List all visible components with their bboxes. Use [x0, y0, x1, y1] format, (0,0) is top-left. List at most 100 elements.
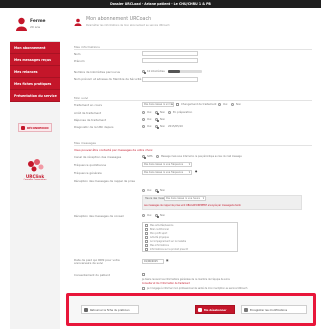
page-subtitle: Paramétrer les informations de mon abonn…	[86, 24, 170, 27]
conseil-option: Mon profil sport	[150, 232, 168, 235]
conseil-options-box: Mes activités/besoins Bilan nutritionnel…	[142, 222, 238, 252]
label-distance: Nombre de kilomètres parcourus	[74, 70, 120, 74]
logout-button[interactable]: DÉCONNEXION	[18, 123, 52, 132]
label-traitement: Traitement en cours	[74, 103, 102, 107]
label-prenom: Prénom	[74, 59, 85, 63]
logout-icon	[21, 126, 25, 130]
canal-sms-radio[interactable]	[142, 155, 146, 159]
canal-internet-label: Message mais sous Internet si ce pas pér…	[161, 155, 242, 158]
consent-text: Je désire recevoir les informations géné…	[142, 278, 230, 281]
label-freq-generale: Fréquence générale	[74, 171, 102, 175]
distance-slider[interactable]	[168, 70, 202, 73]
user-avatar-icon	[16, 17, 27, 31]
user-settings-icon	[74, 18, 82, 26]
traitement-select[interactable]: Pas dans laissé ni si il sait	[142, 102, 174, 107]
reponse-no-radio[interactable]	[155, 118, 159, 122]
conseil-checkbox[interactable]	[145, 236, 148, 239]
consent-checkbox-1[interactable]	[142, 273, 145, 276]
label-consent: Consentement du patient	[74, 273, 110, 277]
diag-yes-radio[interactable]	[142, 125, 145, 128]
back-button[interactable]: Retourner la fiche du praticien	[81, 305, 139, 314]
nav-item-abonnement[interactable]: Mon abonnement	[10, 42, 60, 54]
no-label: Non	[160, 189, 166, 192]
nav-item-relances[interactable]: Mes relances	[10, 66, 60, 78]
page-title: Mon abonnement URCoach	[86, 17, 152, 22]
prep-label: En préparation	[173, 111, 193, 114]
divider	[74, 100, 312, 101]
arret-no-radio[interactable]	[155, 111, 159, 115]
conseil-option: Mes activités/besoins	[150, 224, 174, 227]
rappel-no-radio[interactable]	[155, 189, 159, 193]
conseil-checkbox[interactable]	[145, 228, 148, 231]
conseil-checkbox[interactable]	[145, 224, 148, 227]
label-rappel: Réception des messages de rappel de pris…	[74, 179, 136, 183]
rappel-note: Les messages de rappel de prise sont OBL…	[144, 204, 241, 207]
changement-yes-radio[interactable]	[218, 103, 221, 106]
page-header: Mon abonnement URCoach Paramétrer les in…	[74, 16, 312, 34]
messages-note: Vous pouvez être contacté par messages d…	[74, 148, 153, 152]
consent-text-2: Je m'engage à informer mon professionnel…	[147, 287, 248, 290]
yes-label: Oui	[147, 125, 152, 128]
window-title: Dossier URCLoad - Ariane patient - Le CH…	[110, 1, 211, 6]
nom-field[interactable]	[142, 51, 198, 56]
arret-yes-radio[interactable]	[142, 111, 145, 114]
nav-item-fiches[interactable]: Mes fiches pratiques	[10, 78, 60, 90]
diag-no-radio[interactable]	[155, 125, 159, 129]
consent-link[interactable]: Consulter et lire l'information de trait…	[142, 282, 190, 285]
arret-prep-radio[interactable]	[168, 111, 171, 114]
rappel-yes-radio[interactable]	[142, 189, 145, 192]
no-label: Non	[160, 214, 166, 217]
prenom-field[interactable]	[142, 58, 198, 63]
diag-date: 2015/05/10	[168, 125, 183, 128]
footer-actions: Retourner la fiche du praticien Me désab…	[66, 293, 316, 326]
label-diagnostic: Diagnostic de la URC depuis	[74, 125, 114, 129]
label-canal: Canal de réception des messages	[74, 155, 122, 159]
conseil-no-radio[interactable]	[155, 214, 159, 218]
rappel-hour-select[interactable]: Pas dans laissé ni une heure	[164, 196, 206, 201]
conseil-checkbox[interactable]	[145, 248, 148, 251]
no-label: Non	[236, 103, 242, 106]
save-button[interactable]: Enregistrer les modifications	[241, 305, 307, 314]
conseil-option: Activité physique	[150, 236, 169, 239]
no-label: Non	[160, 118, 166, 121]
unsubscribe-button-label: Me désabonner	[204, 308, 227, 312]
distance-radio[interactable]	[142, 70, 146, 74]
securite-field[interactable]	[142, 77, 198, 82]
user-age: 20 ans	[30, 25, 41, 29]
info-icon[interactable]: ●	[195, 170, 197, 173]
check-icon	[244, 308, 248, 312]
freq-quotidienne-select[interactable]: Pas dans laissé ni une fréquence	[142, 162, 192, 167]
no-label: Non	[160, 125, 166, 128]
yes-label: Oui	[147, 118, 152, 121]
main-content: Mon abonnement URCoach Paramétrer les in…	[68, 8, 312, 329]
label-nom: Nom	[74, 52, 81, 56]
consent-checkbox-2[interactable]	[142, 287, 145, 290]
yes-label: Oui	[147, 189, 152, 192]
canal-sms-label: SMS	[147, 155, 153, 158]
distance-value: 10 kilomètres	[147, 70, 165, 73]
freq-generale-select[interactable]: Pas dans laissé ni une fréquence	[142, 170, 192, 175]
conseil-checkbox[interactable]	[145, 240, 148, 243]
canal-internet-radio[interactable]	[156, 155, 159, 158]
label-freq-quotidienne: Fréquence quotidienne	[74, 163, 107, 167]
conseil-option: Mes informations	[150, 244, 169, 247]
changement-checkbox[interactable]	[176, 103, 179, 106]
unsubscribe-icon	[198, 308, 202, 312]
divider	[74, 145, 312, 146]
conseil-yes-radio[interactable]	[142, 214, 145, 217]
calendar-icon[interactable]: ▣	[166, 259, 168, 262]
reponse-yes-radio[interactable]	[142, 118, 145, 121]
distance-slider-fill	[168, 70, 180, 73]
conseil-checkbox[interactable]	[145, 244, 148, 247]
nav-item-presentation[interactable]: Présentation du service	[10, 90, 60, 102]
label-securite: Nom prénom et adresse du Membre de Sécur…	[74, 77, 153, 81]
nav-item-messages[interactable]: Mes messages reçus	[10, 54, 60, 66]
back-button-label: Retourner la fiche du praticien	[90, 308, 130, 312]
unsubscribe-button[interactable]: Me désabonner	[195, 305, 235, 314]
birthday-field[interactable]: 01/06/2015	[142, 259, 164, 264]
changement-no-radio[interactable]	[231, 103, 234, 106]
conseil-checkbox[interactable]	[145, 232, 148, 235]
conseil-option: Accompagnement sur la maladie	[150, 240, 187, 243]
user-card: Ferme 20 ans	[10, 8, 60, 42]
changement-label: Changement de traitement	[181, 103, 217, 106]
